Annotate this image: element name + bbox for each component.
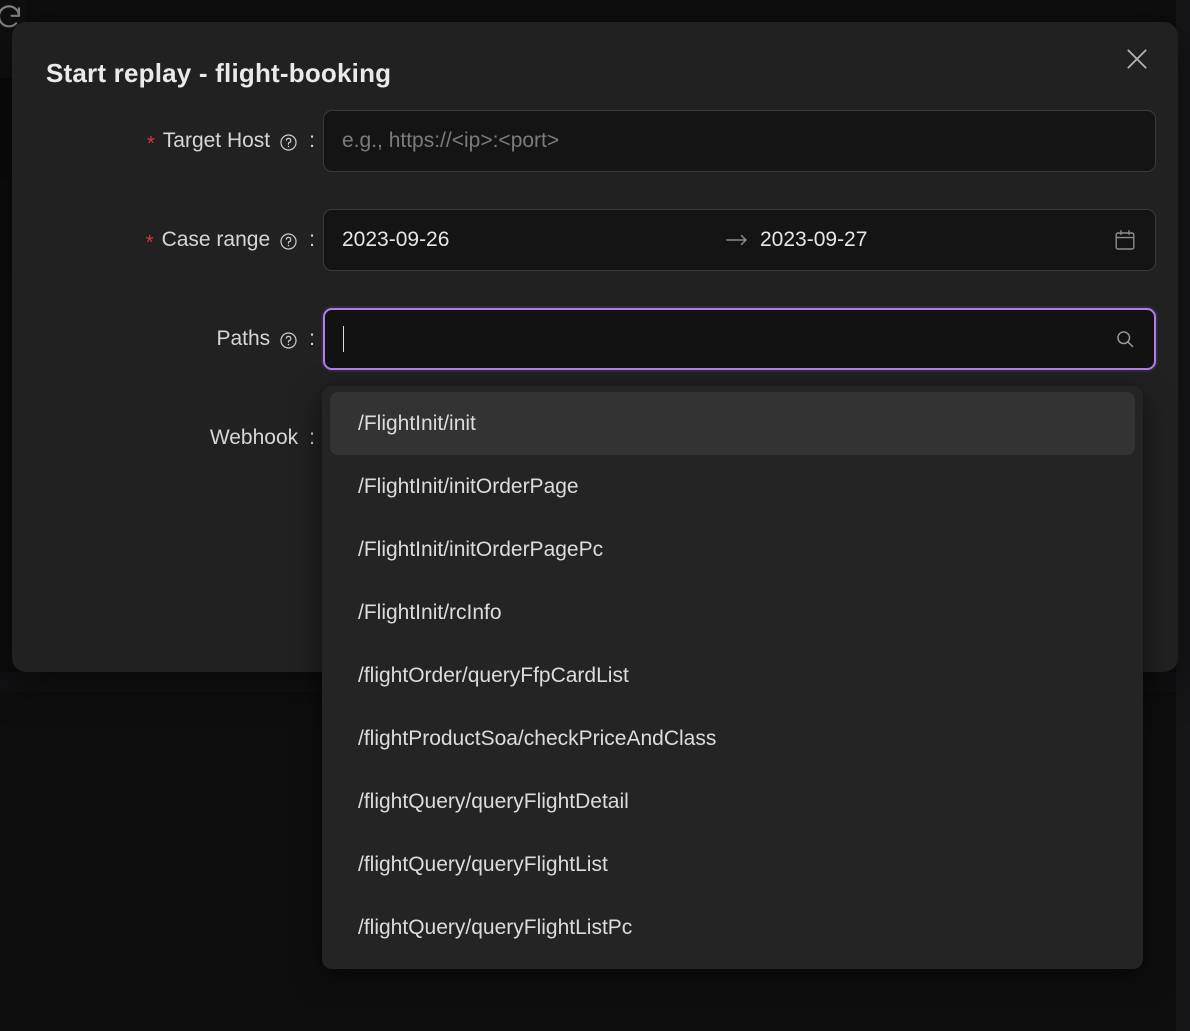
- arrow-right-icon: [714, 232, 760, 248]
- paths-dropdown-option[interactable]: /FlightInit/rcInfo: [330, 581, 1135, 644]
- form-row-target-host: * Target Host : e.g., https://<ip>:<port…: [12, 110, 1178, 172]
- case-range-picker[interactable]: 2023-09-26 2023-09-27: [323, 209, 1156, 271]
- paths-dropdown-option[interactable]: /FlightInit/initOrderPage: [330, 455, 1135, 518]
- paths-dropdown-option[interactable]: /flightQuery/queryFlightList: [330, 833, 1135, 896]
- target-host-label: * Target Host :: [12, 129, 323, 155]
- case-range-label: * Case range :: [12, 228, 323, 254]
- target-host-label-text: Target Host: [162, 129, 271, 152]
- paths-input[interactable]: [323, 308, 1156, 370]
- paths-dropdown-option[interactable]: /FlightInit/initOrderPagePc: [330, 518, 1135, 581]
- case-range-start-date[interactable]: 2023-09-26: [342, 228, 714, 252]
- question-circle-icon[interactable]: [279, 232, 298, 251]
- paths-dropdown-option[interactable]: /FlightInit/init: [330, 392, 1135, 455]
- target-host-input[interactable]: e.g., https://<ip>:<port>: [323, 110, 1156, 172]
- paths-label: Paths :: [12, 327, 323, 351]
- case-range-colon: :: [309, 228, 315, 251]
- paths-label-text: Paths: [216, 327, 271, 350]
- question-circle-icon[interactable]: [279, 331, 298, 350]
- paths-dropdown-option[interactable]: /flightProductSoa/checkPriceAndClass: [330, 707, 1135, 770]
- required-asterisk: *: [145, 232, 154, 254]
- search-icon[interactable]: [1114, 328, 1136, 350]
- question-circle-icon[interactable]: [279, 133, 298, 152]
- form-row-case-range: * Case range : 2023-09-26 2023-09-27: [12, 209, 1178, 271]
- paths-dropdown-list[interactable]: /FlightInit/init/FlightInit/initOrderPag…: [322, 386, 1143, 969]
- close-icon: [1124, 46, 1150, 77]
- paths-dropdown-option[interactable]: /flightQuery/queryFlightListPc: [330, 896, 1135, 959]
- text-caret: [343, 326, 344, 352]
- webhook-colon: :: [309, 426, 315, 449]
- paths-dropdown-option[interactable]: /flightOrder/queryFfpCardList: [330, 644, 1135, 707]
- case-range-end-date[interactable]: 2023-09-27: [760, 228, 1105, 252]
- calendar-icon[interactable]: [1113, 228, 1137, 252]
- case-range-label-text: Case range: [161, 228, 271, 251]
- close-button[interactable]: [1114, 38, 1160, 84]
- page-title: Start replay - flight-booking: [46, 58, 392, 88]
- screen: Start replay - flight-booking * Target H…: [0, 0, 1190, 1031]
- target-host-placeholder: e.g., https://<ip>:<port>: [342, 129, 560, 152]
- webhook-label: Webhook :: [12, 426, 323, 450]
- required-asterisk: *: [146, 133, 155, 155]
- target-host-colon: :: [309, 129, 315, 152]
- paths-colon: :: [309, 327, 315, 350]
- webhook-label-text: Webhook: [209, 426, 299, 449]
- form-row-paths: Paths :: [12, 308, 1178, 370]
- paths-dropdown-option[interactable]: /flightQuery/queryFlightDetail: [330, 770, 1135, 833]
- background-right-edge: [1176, 0, 1190, 1031]
